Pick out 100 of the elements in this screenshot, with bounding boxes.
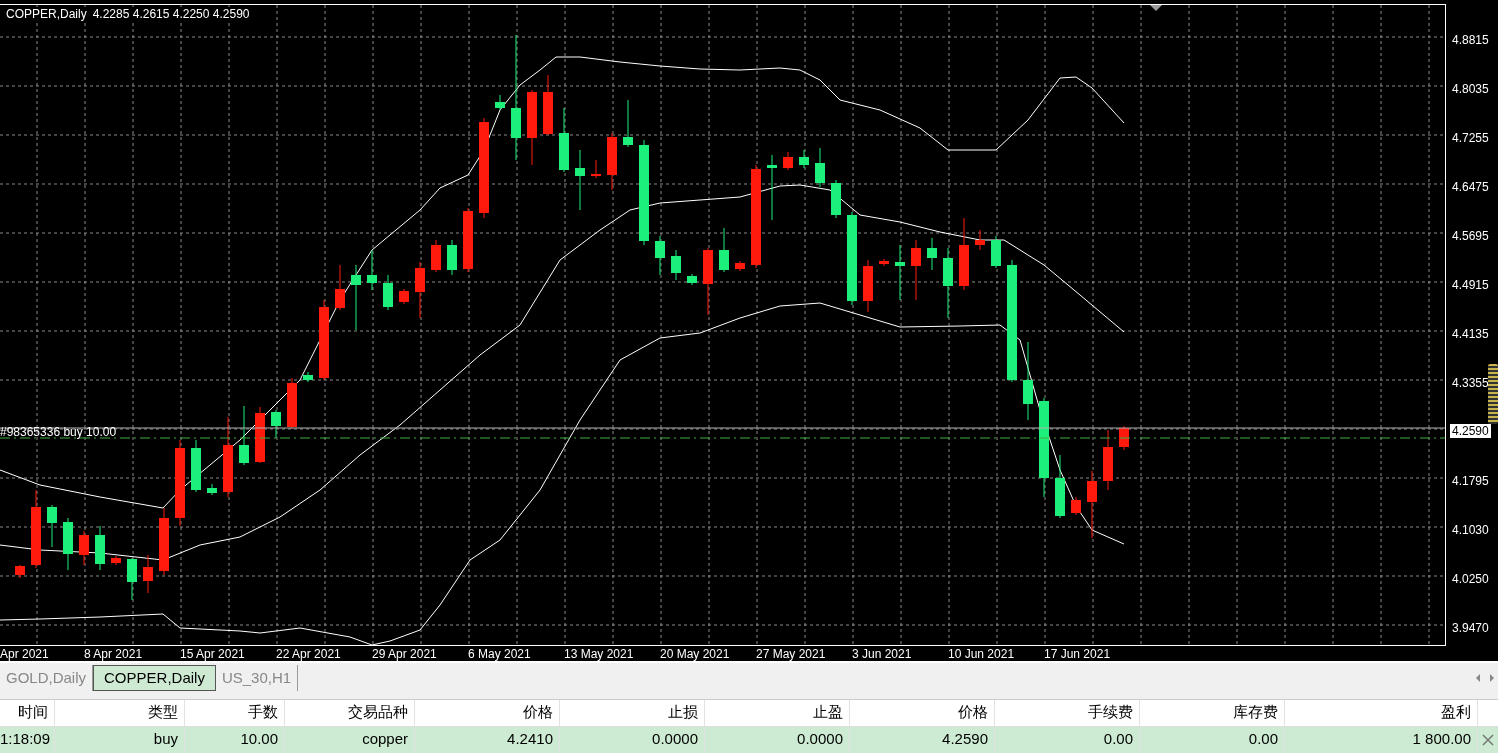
candlestick (703, 247, 713, 316)
candlestick (127, 557, 137, 601)
shift-marker-icon (1150, 5, 1162, 11)
scroll-right-icon[interactable] (1490, 674, 1494, 682)
price-tick-label: 4.3355 (1452, 376, 1489, 390)
price-tick-label: 4.4135 (1452, 327, 1489, 341)
price-tick-label: 4.1030 (1452, 523, 1489, 537)
scroll-left-icon[interactable] (1476, 674, 1480, 682)
candlestick (239, 405, 249, 466)
column-header: 止损 (560, 700, 705, 726)
candlestick (831, 179, 841, 219)
date-label: 13 May 2021 (564, 647, 634, 661)
candlestick (351, 264, 361, 331)
candlestick (559, 107, 569, 173)
candlestick (191, 439, 201, 493)
candlestick (159, 507, 169, 576)
candlestick (591, 159, 601, 179)
column-header: 价格 (415, 700, 560, 726)
column-header: 库存费 (1140, 700, 1285, 726)
candlestick (207, 483, 217, 496)
candlestick (895, 244, 905, 301)
candlestick (1071, 496, 1081, 516)
date-label: 6 May 2021 (468, 647, 531, 661)
candlestick (1119, 425, 1129, 451)
candlestick (271, 409, 281, 439)
candlestick (767, 154, 777, 221)
candlestick (63, 517, 73, 571)
candlestick (95, 525, 105, 571)
chart-tab[interactable]: COPPER,Daily (93, 665, 216, 691)
candlestick (383, 274, 393, 311)
candlestick (1103, 429, 1113, 491)
date-label: 3 Jun 2021 (852, 647, 912, 661)
date-label: 29 Apr 2021 (372, 647, 437, 661)
candlestick (991, 235, 1001, 269)
table-cell: 4.2410 (415, 727, 560, 753)
candlestick (575, 149, 585, 211)
date-label: 27 May 2021 (756, 647, 826, 661)
candlestick (783, 151, 793, 171)
candlestick (335, 264, 345, 311)
candlestick (927, 237, 937, 271)
date-label: 20 May 2021 (660, 647, 730, 661)
candlestick (367, 249, 377, 291)
table-cell: buy (55, 727, 185, 753)
price-tick-label: 4.8035 (1452, 82, 1489, 96)
price-tick-label: 3.9470 (1452, 621, 1489, 635)
table-cell: 0.0000 (705, 727, 850, 753)
column-header: 手续费 (995, 700, 1140, 726)
date-label: 10 Jun 2021 (948, 647, 1015, 661)
order-label: #98365336 buy 10.00 (0, 425, 117, 439)
column-header: 交易品种 (285, 700, 415, 726)
candlestick (79, 530, 89, 566)
date-label: 8 Apr 2021 (84, 647, 143, 661)
candlestick (735, 260, 745, 272)
candlestick (623, 99, 633, 148)
candlestick (863, 259, 873, 313)
price-tick-label: 4.5695 (1452, 229, 1489, 243)
candlestick (399, 288, 409, 305)
date-label: 22 Apr 2021 (276, 647, 341, 661)
price-tick-label: 4.0250 (1452, 572, 1489, 586)
candlestick (15, 564, 25, 579)
column-header: 手数 (185, 700, 285, 726)
level-meter-icon (1488, 364, 1498, 424)
candlestick (495, 94, 505, 111)
candlestick (303, 371, 313, 383)
candlestick (655, 235, 665, 276)
price-tick-label: 4.4915 (1452, 278, 1489, 292)
table-cell: 4.2590 (850, 727, 995, 753)
candlestick (815, 147, 825, 188)
candlestick (975, 229, 985, 251)
table-cell: 0.00 (1140, 727, 1285, 753)
table-cell: 1:18:09 (0, 727, 55, 753)
price-tick-label: 4.7255 (1452, 131, 1489, 145)
candlestick (943, 247, 953, 319)
table-cell: 10.00 (185, 727, 285, 753)
candlestick (687, 273, 697, 286)
candlestick (143, 554, 153, 594)
candlestick (799, 149, 809, 169)
trade-row[interactable]: 1:18:09 buy 10.00 copper 4.2410 0.0000 0.0000 4.2590 0.00 0.00 1 800.00 (0, 727, 1498, 753)
candlestick (607, 132, 617, 191)
ohlc-values: 4.2285 4.2615 4.2250 4.2590 (92, 7, 250, 21)
candlestick (719, 227, 729, 273)
table-cell: 0.00 (995, 727, 1140, 753)
price-tick-label: 4.6475 (1452, 180, 1489, 194)
candlestick (671, 249, 681, 281)
date-label: 15 Apr 2021 (180, 647, 245, 661)
table-cell: 0.0000 (560, 727, 705, 753)
table-cell: copper (285, 727, 415, 753)
candlestick (879, 258, 889, 267)
price-tick-label: 4.1795 (1452, 474, 1489, 488)
symbol-label: COPPER,Daily (6, 7, 87, 21)
candlestick (415, 261, 425, 319)
candlestick (255, 406, 265, 464)
current-price-label: 4.2590 (1450, 424, 1491, 438)
column-header: 价格 (850, 700, 995, 726)
candlestick (111, 555, 121, 566)
column-header: 止盈 (705, 700, 850, 726)
candlestick (447, 239, 457, 276)
candlestick (431, 239, 441, 273)
candlestick (47, 504, 57, 548)
date-label: 17 Jun 2021 (1044, 647, 1111, 661)
